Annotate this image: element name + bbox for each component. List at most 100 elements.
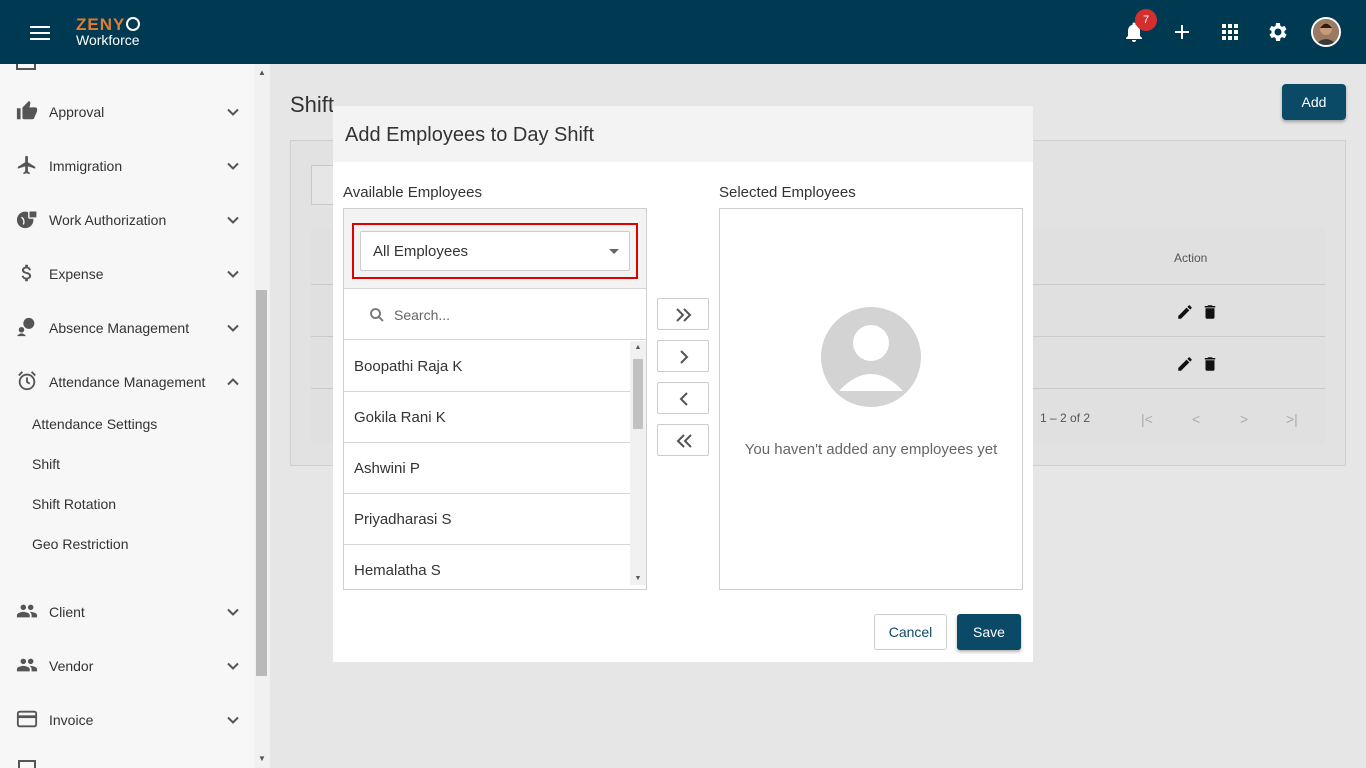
top-bar: ZENY Workforce 7 <box>0 0 1366 64</box>
list-item[interactable]: Hemalatha S <box>344 545 630 585</box>
sidebar-item-approval[interactable]: Approval <box>0 85 254 139</box>
partial-icon <box>18 760 36 768</box>
sidebar-item-client[interactable]: Client <box>0 585 254 639</box>
employee-name: Hemalatha S <box>354 562 441 579</box>
chevron-up-icon <box>227 378 239 386</box>
list-item[interactable]: Gokila Rani K <box>344 392 630 443</box>
save-button[interactable]: Save <box>957 614 1021 650</box>
add-button[interactable]: Add <box>1282 84 1346 120</box>
previous-page-icon[interactable]: < <box>1192 411 1200 427</box>
sidebar-scrollbar-thumb[interactable] <box>256 290 267 676</box>
people-icon <box>16 658 38 672</box>
delete-icon[interactable] <box>1201 303 1219 321</box>
globe-lock-icon <box>16 210 38 229</box>
sidebar-item-label: Expense <box>49 266 104 282</box>
chevron-down-icon <box>227 270 239 278</box>
available-employees-title: Available Employees <box>343 184 482 201</box>
employee-name: Ashwini P <box>354 460 420 477</box>
partial-icon <box>16 64 36 70</box>
add-employees-dialog: Add Employees to Day Shift Available Emp… <box>333 106 1033 662</box>
empty-selection-message: You haven't added any employees yet <box>744 441 998 458</box>
menu-icon[interactable] <box>30 26 50 40</box>
dropdown-caret-icon <box>609 249 619 254</box>
double-chevron-right-icon <box>676 308 692 322</box>
sidebar-item-label: Work Authorization <box>49 212 167 228</box>
gear-icon[interactable] <box>1266 20 1290 44</box>
plus-icon[interactable] <box>1170 20 1194 44</box>
sidebar-item-absence-management[interactable]: Absence Management <box>0 301 254 355</box>
list-item[interactable]: Boopathi Raja K <box>344 341 630 392</box>
move-left-button[interactable] <box>657 382 709 414</box>
list-scroll-down-icon[interactable]: ▼ <box>633 575 643 582</box>
list-scrollbar-thumb[interactable] <box>633 359 643 429</box>
chevron-down-icon <box>227 716 239 724</box>
sidebar-item-label: Invoice <box>49 712 94 728</box>
sidebar-item-immigration[interactable]: Immigration <box>0 139 254 193</box>
last-page-icon[interactable]: >| <box>1286 411 1298 427</box>
avatar[interactable] <box>1311 17 1341 47</box>
list-item[interactable]: Priyadharasi S <box>344 494 630 545</box>
move-right-button[interactable] <box>657 340 709 372</box>
sidebar-item-invoice[interactable]: Invoice <box>0 693 254 747</box>
employee-name: Boopathi Raja K <box>354 358 463 375</box>
list-scroll-up-icon[interactable]: ▲ <box>633 344 643 351</box>
empty-user-avatar-icon <box>821 307 921 407</box>
move-all-right-button[interactable] <box>657 298 709 330</box>
filter-area: All Employees <box>344 209 646 289</box>
credit-card-icon <box>16 710 38 728</box>
sidebar-item-expense[interactable]: Expense <box>0 247 254 301</box>
employee-name: Gokila Rani K <box>354 409 446 426</box>
dollar-icon <box>21 264 32 282</box>
airplane-icon <box>17 155 36 175</box>
chevron-down-icon <box>227 162 239 170</box>
sidebar-item-label: Immigration <box>49 158 123 174</box>
notification-badge: 7 <box>1135 9 1157 31</box>
chevron-down-icon <box>227 662 239 670</box>
edit-icon[interactable] <box>1176 303 1194 321</box>
scroll-down-arrow-icon[interactable]: ▼ <box>257 755 267 763</box>
selected-employees-title: Selected Employees <box>719 184 856 201</box>
sidebar-subitem-shift[interactable]: Shift <box>32 456 60 472</box>
employee-search-input[interactable] <box>392 300 632 330</box>
page-title: Shift <box>290 92 335 117</box>
column-header-action: Action <box>1174 251 1208 265</box>
chevron-down-icon <box>227 108 239 116</box>
cancel-button[interactable]: Cancel <box>874 614 947 650</box>
alarm-clock-icon <box>18 371 36 391</box>
sidebar-item-attendance-management[interactable]: Attendance Management <box>0 355 254 409</box>
sidebar-item-label: Absence Management <box>49 320 190 336</box>
pagination-range: 1 – 2 of 2 <box>1040 411 1091 425</box>
app-logo[interactable]: ZENY Workforce <box>76 16 141 48</box>
available-employees-panel: All Employees Boopathi Raja K Gokila Ran… <box>343 208 647 590</box>
first-page-icon[interactable]: |< <box>1141 411 1153 427</box>
delete-icon[interactable] <box>1201 355 1219 373</box>
list-item[interactable]: Ashwini P <box>344 443 630 494</box>
people-icon <box>16 604 38 618</box>
next-page-icon[interactable]: > <box>1240 411 1248 427</box>
logo-bottom-text: Workforce <box>76 32 140 48</box>
sidebar-item-label: Attendance Management <box>49 374 206 390</box>
dialog-header: Add Employees to Day Shift <box>333 106 1033 162</box>
thumbs-up-icon <box>16 100 38 120</box>
double-chevron-left-icon <box>676 434 692 448</box>
sidebar-item-label: Approval <box>49 104 105 120</box>
scroll-up-arrow-icon[interactable]: ▲ <box>257 69 267 77</box>
employee-name: Priyadharasi S <box>354 511 452 528</box>
move-all-left-button[interactable] <box>657 424 709 456</box>
employee-filter-select[interactable]: All Employees <box>360 231 630 271</box>
chevron-down-icon <box>227 216 239 224</box>
available-employees-list: Boopathi Raja K Gokila Rani K Ashwini P … <box>344 341 630 585</box>
search-icon <box>370 308 384 322</box>
employee-search-row <box>344 290 646 340</box>
employee-filter-value: All Employees <box>373 243 469 260</box>
sidebar-subitem-shift-rotation[interactable]: Shift Rotation <box>32 496 116 512</box>
selected-employees-panel: You haven't added any employees yet <box>719 208 1023 590</box>
sidebar-item-vendor[interactable]: Vendor <box>0 639 254 693</box>
chevron-right-icon <box>680 350 689 364</box>
apps-grid-icon[interactable] <box>1218 20 1242 44</box>
sidebar-subitem-geo-restriction[interactable]: Geo Restriction <box>32 536 128 552</box>
person-pin-icon <box>16 317 35 337</box>
sidebar-subitem-attendance-settings[interactable]: Attendance Settings <box>32 416 157 432</box>
sidebar-item-work-authorization[interactable]: Work Authorization <box>0 193 254 247</box>
edit-icon[interactable] <box>1176 355 1194 373</box>
